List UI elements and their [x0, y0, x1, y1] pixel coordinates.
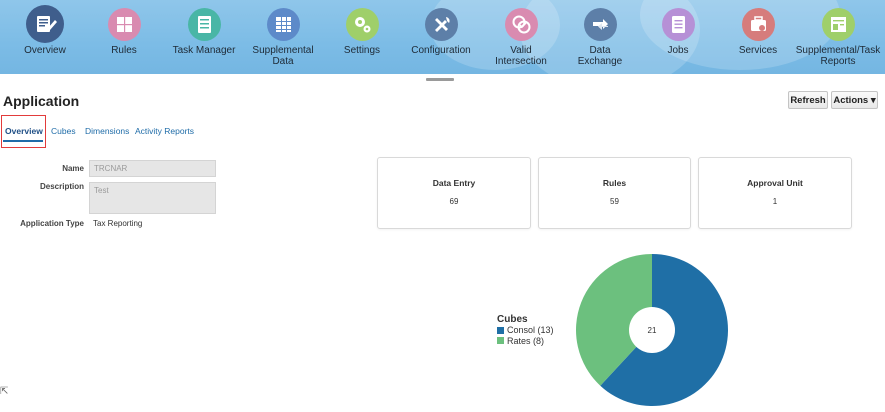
nav-overview[interactable]: Overview	[15, 0, 75, 74]
nav-services[interactable]: Services	[728, 0, 788, 74]
nav-label: Overview	[24, 45, 66, 56]
chart-legend: Cubes Consol (13) Rates (8)	[497, 314, 554, 346]
valid-intersection-icon	[505, 8, 538, 41]
legend-item-rates[interactable]: Rates (8)	[497, 336, 554, 347]
nav-label: Valid Intersection	[495, 45, 547, 67]
tab-focus-highlight	[1, 115, 46, 148]
nav-supplemental-task-reports[interactable]: Supplemental/Task Reports	[795, 0, 881, 74]
configuration-icon	[425, 8, 458, 41]
legend-swatch	[497, 337, 504, 345]
nav-label: Rules	[111, 45, 137, 56]
cubes-donut-chart: 21	[576, 254, 728, 406]
nav-label: Settings	[343, 45, 381, 56]
mouse-cursor-icon: ⇱	[0, 386, 9, 397]
nav-task-manager[interactable]: Task Manager	[172, 0, 236, 74]
overview-icon	[26, 5, 64, 43]
application-type-label: Application Type	[20, 219, 84, 228]
actions-menu-button[interactable]: Actions ▾	[831, 91, 878, 109]
tab-activity-reports[interactable]: Activity Reports	[135, 126, 194, 136]
top-navigation-bar: Overview Rules Task Manager Supplemental…	[0, 0, 885, 74]
nav-jobs[interactable]: Jobs	[648, 0, 708, 74]
jobs-icon	[662, 8, 695, 41]
name-field[interactable]: TRCNAR	[89, 160, 216, 177]
card-value: 1	[772, 197, 778, 206]
card-value: 69	[449, 197, 459, 206]
data-exchange-icon	[584, 8, 617, 41]
tab-cubes[interactable]: Cubes	[51, 126, 76, 136]
card-title: Rules	[602, 178, 627, 188]
nav-label: Jobs	[667, 45, 689, 56]
task-manager-icon	[188, 8, 221, 41]
nav-label: Task Manager	[172, 45, 236, 56]
nav-label: Supplemental Data	[252, 45, 314, 67]
approval-unit-card[interactable]: Approval Unit 1	[698, 157, 852, 229]
donut-total-label: 21	[648, 326, 657, 335]
nav-label: Supplemental/Task Reports	[795, 45, 881, 67]
page-title: Application	[3, 93, 80, 109]
rules-icon	[108, 8, 141, 41]
nav-configuration[interactable]: Configuration	[408, 0, 474, 74]
application-type-value: Tax Reporting	[93, 219, 143, 228]
nav-label: Services	[738, 45, 778, 56]
legend-label: Rates (8)	[507, 335, 545, 346]
legend-swatch	[497, 326, 504, 334]
card-value: 59	[610, 197, 619, 206]
card-title: Approval Unit	[747, 178, 803, 188]
nav-settings[interactable]: Settings	[332, 0, 392, 74]
nav-rules[interactable]: Rules	[94, 0, 154, 74]
description-field[interactable]: Test	[89, 182, 216, 214]
supplemental-task-reports-icon	[822, 8, 855, 41]
name-label: Name	[62, 164, 84, 173]
nav-data-exchange[interactable]: Data Exchange	[566, 0, 634, 74]
data-entry-card[interactable]: Data Entry 69	[377, 157, 531, 229]
tab-dimensions[interactable]: Dimensions	[85, 126, 129, 136]
nav-label: Data Exchange	[577, 45, 623, 67]
collapse-handle[interactable]	[426, 78, 454, 81]
legend-title: Cubes	[497, 314, 528, 325]
legend-item-consol[interactable]: Consol (13)	[497, 325, 554, 336]
nav-supplemental-data[interactable]: Supplemental Data	[243, 0, 323, 74]
description-label: Description	[39, 182, 84, 191]
services-icon	[742, 8, 775, 41]
settings-icon	[346, 8, 379, 41]
rules-card[interactable]: Rules 59	[538, 157, 691, 229]
refresh-button[interactable]: Refresh	[788, 91, 828, 109]
nav-label: Configuration	[411, 45, 471, 56]
legend-label: Consol (13)	[507, 325, 554, 336]
nav-valid-intersection[interactable]: Valid Intersection	[484, 0, 558, 74]
supplemental-data-icon	[267, 8, 300, 41]
card-title: Data Entry	[432, 178, 476, 188]
